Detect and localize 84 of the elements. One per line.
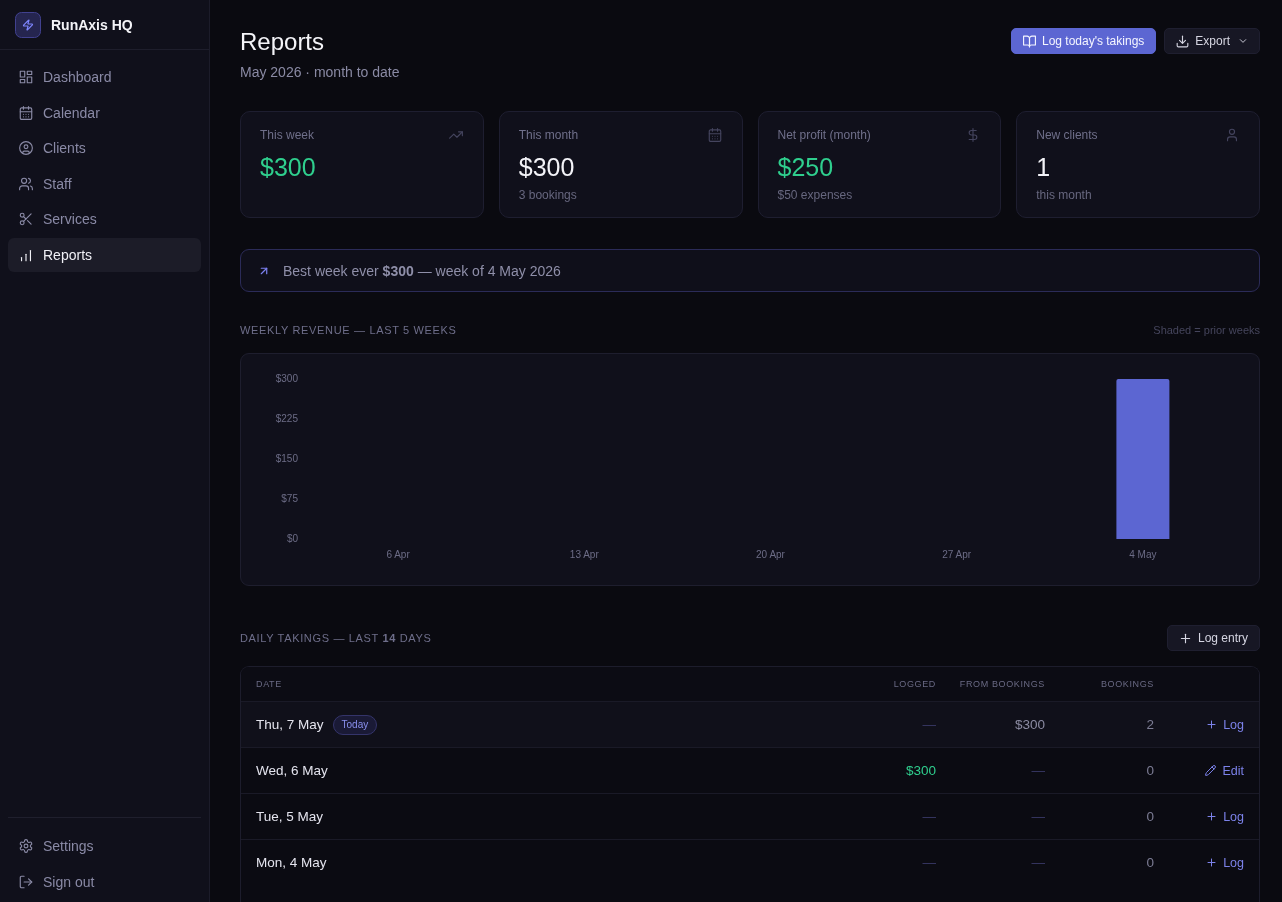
log-entry-button[interactable]: Log entry [1166,625,1260,651]
nav-item[interactable]: Services [8,202,201,237]
x-axis-label: 6 Apr [386,548,410,560]
row-action-link[interactable]: Edit [1205,763,1244,778]
calendar-icon [19,105,33,120]
booking-count: 0 [1146,809,1154,824]
booking-count: 0 [1146,763,1154,778]
date-label: Thu, 7 May [256,717,324,732]
section-title: WEEKLY REVENUE — LAST 5 WEEKS [240,324,457,336]
stat-label: This month [518,128,579,142]
plus-icon [1206,719,1218,730]
people-icon [19,176,33,191]
booked-amount: $300 [1014,717,1045,732]
column-header: FROM BOOKINGS [958,679,1045,689]
x-axis-label: 13 Apr [569,548,599,560]
booking-count: 2 [1146,717,1154,732]
logged-amount: — [922,717,936,732]
pencil-icon [1205,765,1217,776]
nav-item[interactable]: Calendar [8,95,201,130]
stat-value: $300 [518,152,576,182]
user-circle-icon [19,141,33,156]
page-title: Reports [240,28,326,56]
x-axis-label: 4 May [1129,548,1157,560]
stat-label: New clients [1036,128,1098,142]
stat-caption: this month [1036,187,1093,203]
export-button[interactable]: Export [1164,28,1260,54]
bar-chart-icon [19,247,33,262]
nav-item[interactable]: Dashboard [8,60,201,94]
logged-amount: — [922,809,936,824]
settings-icon [19,839,33,853]
date-label: Mon, 4 May [256,855,327,870]
log-takings-button[interactable]: Log today's takings [1010,28,1157,54]
booking-count: 0 [1146,855,1154,870]
best-week-text: Best week ever $300 — week of 4 May 2026 [283,262,561,279]
row-action-link[interactable]: Log [1206,809,1244,824]
y-axis-label: $0 [286,532,298,544]
date-label: Tue, 5 May [256,809,324,824]
sign-out-icon [19,875,33,889]
grid-icon [19,70,33,84]
booked-amount: — [1031,809,1045,824]
y-axis-label: $150 [275,452,298,464]
brand-name: RunAxis HQ [51,16,133,33]
nav-item[interactable]: Reports [8,237,201,272]
stat-label: This week [260,128,315,142]
nav-item[interactable]: Settings [8,829,201,863]
calendar-icon [707,128,722,142]
booked-amount: — [1031,763,1045,778]
page-subtitle: May 2026 · month to date [240,63,400,82]
user-icon [1225,128,1239,142]
row-action-link[interactable]: Log [1206,855,1244,870]
section-title: DAILY TAKINGS — LAST 14 DAYS [240,632,432,644]
stat-value: 1 [1036,152,1052,182]
nav-item[interactable]: Sign out [8,865,201,899]
column-header: BOOKINGS [1099,679,1154,689]
column-header: LOGGED [892,679,936,689]
row-action-link[interactable]: Log [1206,717,1244,732]
stat-value: $300 [260,152,317,182]
trend-up-icon [448,128,463,142]
nav-item[interactable]: Staff [8,166,201,201]
y-axis-label: $75 [281,492,298,504]
stat-label: Net profit (month) [777,128,871,142]
bolt-logo-icon [15,11,41,38]
logged-amount: $300 [905,763,936,778]
date-label: Wed, 6 May [256,763,328,778]
logged-amount: — [922,855,936,870]
stat-caption: $50 expenses [777,187,854,203]
column-header: DATE [256,679,283,689]
book-icon [1022,34,1036,48]
download-icon [1176,34,1190,48]
chart-legend-note: Shaded = prior weeks [1153,324,1260,336]
today-badge: Today [332,714,378,735]
x-axis-label: 20 Apr [756,548,785,560]
plus-icon [1206,811,1218,822]
nav-item[interactable]: Clients [8,131,201,166]
stat-value: $250 [777,152,835,182]
y-axis-label: $225 [275,412,298,424]
caret-icon [1238,36,1248,46]
x-axis-label: 27 Apr [942,548,972,560]
booked-amount: — [1031,855,1045,870]
stat-caption: 3 bookings [518,187,578,203]
y-axis-label: $300 [275,372,298,384]
plus-icon [1178,631,1192,645]
scissors-icon [19,212,33,227]
plus-icon [1206,857,1218,868]
